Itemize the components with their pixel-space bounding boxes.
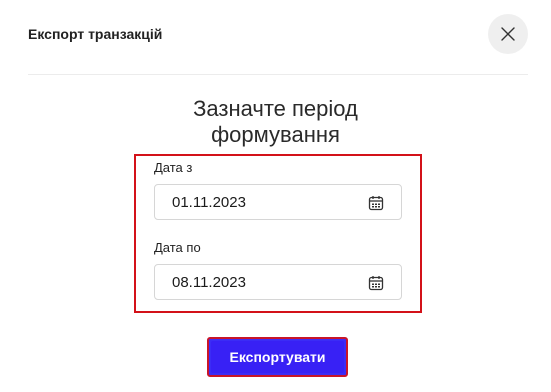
close-button[interactable] <box>488 14 528 54</box>
dialog-title: Експорт транзакцій <box>28 26 163 42</box>
date-to-label: Дата по <box>154 240 201 255</box>
period-heading-line-2: формування <box>211 122 340 147</box>
calendar-icon[interactable] <box>368 195 384 211</box>
calendar-icon[interactable] <box>368 275 384 291</box>
close-icon <box>501 27 515 41</box>
export-button-label: Експортувати <box>229 349 326 365</box>
date-range-group: Дата з 01.11.2023 Дата по 08.11.2023 <box>134 154 422 313</box>
export-button[interactable]: Експортувати <box>207 337 348 377</box>
export-dialog: Експорт транзакцій Зазначте період форму… <box>0 0 551 392</box>
period-heading: Зазначте період формування <box>0 96 551 148</box>
date-from-value: 01.11.2023 <box>172 193 246 211</box>
date-to-value: 08.11.2023 <box>172 273 246 291</box>
date-to-input[interactable]: 08.11.2023 <box>154 264 402 300</box>
period-heading-line-1: Зазначте період <box>193 96 358 121</box>
date-from-label: Дата з <box>154 160 193 175</box>
date-from-input[interactable]: 01.11.2023 <box>154 184 402 220</box>
header-divider <box>28 74 528 75</box>
